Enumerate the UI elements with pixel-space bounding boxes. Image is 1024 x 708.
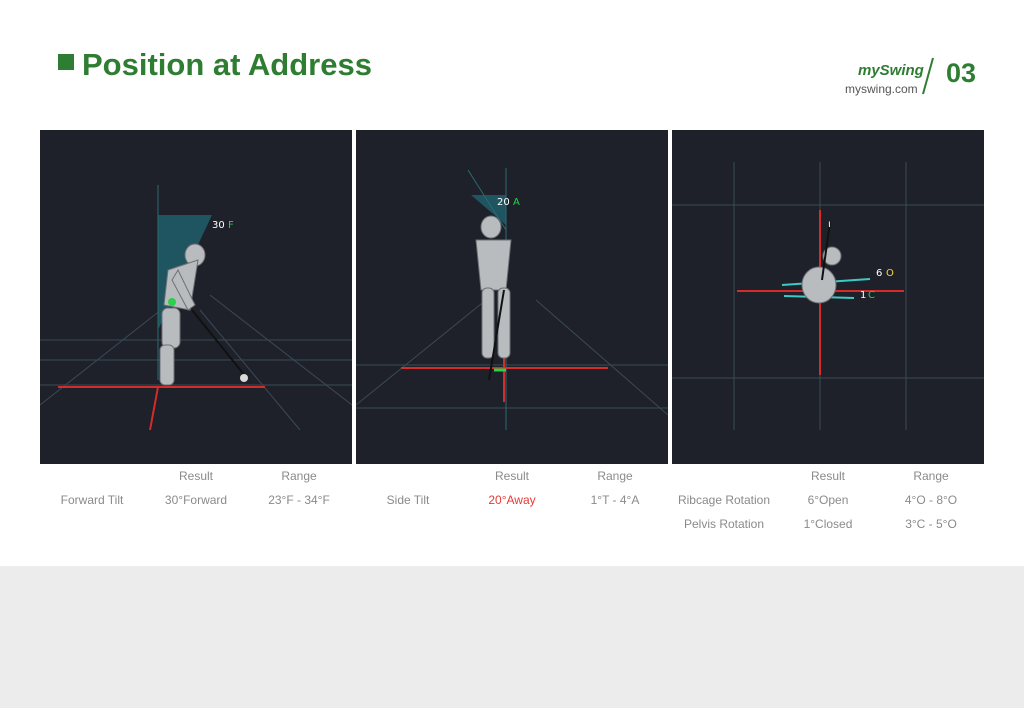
range-header: Range bbox=[913, 469, 949, 483]
metric-name-pelvis-rotation: Pelvis Rotation bbox=[683, 517, 765, 531]
rotation-scene bbox=[672, 162, 984, 430]
forward-tilt-view: 30 F bbox=[40, 130, 352, 464]
side-tilt-overlay-value: 20 bbox=[497, 197, 510, 208]
forward-tilt-scene bbox=[40, 185, 352, 431]
forward-tilt-overlay-unit: F bbox=[228, 220, 234, 231]
ribcage-overlay-unit: O bbox=[886, 268, 894, 279]
footer-band bbox=[0, 566, 1024, 708]
range-header: Range bbox=[281, 469, 317, 483]
metric-name-side-tilt: Side Tilt bbox=[386, 493, 430, 507]
side-tilt-view: 20 A bbox=[356, 130, 668, 464]
pelvis-overlay-unit: C bbox=[868, 290, 875, 301]
range-header: Range bbox=[597, 469, 633, 483]
site-url: myswing.com bbox=[845, 82, 918, 96]
metric-name-ribcage-rotation: Ribcage Rotation bbox=[677, 493, 771, 507]
rotation-view: ı 6 O 1 C bbox=[672, 130, 984, 464]
divider-slash bbox=[922, 57, 934, 95]
result-header: Result bbox=[178, 469, 213, 483]
metric-result-side-tilt: 20°Away bbox=[488, 493, 536, 507]
metric-range-pelvis-rotation: 3°C - 5°O bbox=[905, 517, 957, 531]
metric-name-forward-tilt: Forward Tilt bbox=[60, 493, 124, 507]
metric-range-ribcage-rotation: 4°O - 8°O bbox=[904, 493, 958, 507]
rotation-club-mark: ı bbox=[828, 219, 831, 230]
side-tilt-overlay-unit: A bbox=[513, 197, 520, 208]
metric-result-forward-tilt: 30°Forward bbox=[164, 493, 228, 507]
metric-range-forward-tilt: 23°F - 34°F bbox=[268, 493, 330, 507]
brand-logo: mySwing bbox=[858, 62, 924, 79]
result-header: Result bbox=[494, 469, 529, 483]
page-title: Position at Address bbox=[82, 47, 372, 82]
forward-tilt-overlay-value: 30 bbox=[212, 220, 225, 231]
ribcage-overlay-value: 6 bbox=[876, 268, 883, 279]
pelvis-overlay-value: 1 bbox=[860, 290, 867, 301]
metric-result-pelvis-rotation: 1°Closed bbox=[803, 517, 853, 531]
side-tilt-scene bbox=[356, 168, 668, 430]
page-number: 03 bbox=[946, 58, 977, 88]
metric-range-side-tilt: 1°T - 4°A bbox=[590, 493, 640, 507]
result-header: Result bbox=[810, 469, 845, 483]
title-marker bbox=[58, 54, 74, 70]
metric-result-ribcage-rotation: 6°Open bbox=[807, 493, 849, 507]
